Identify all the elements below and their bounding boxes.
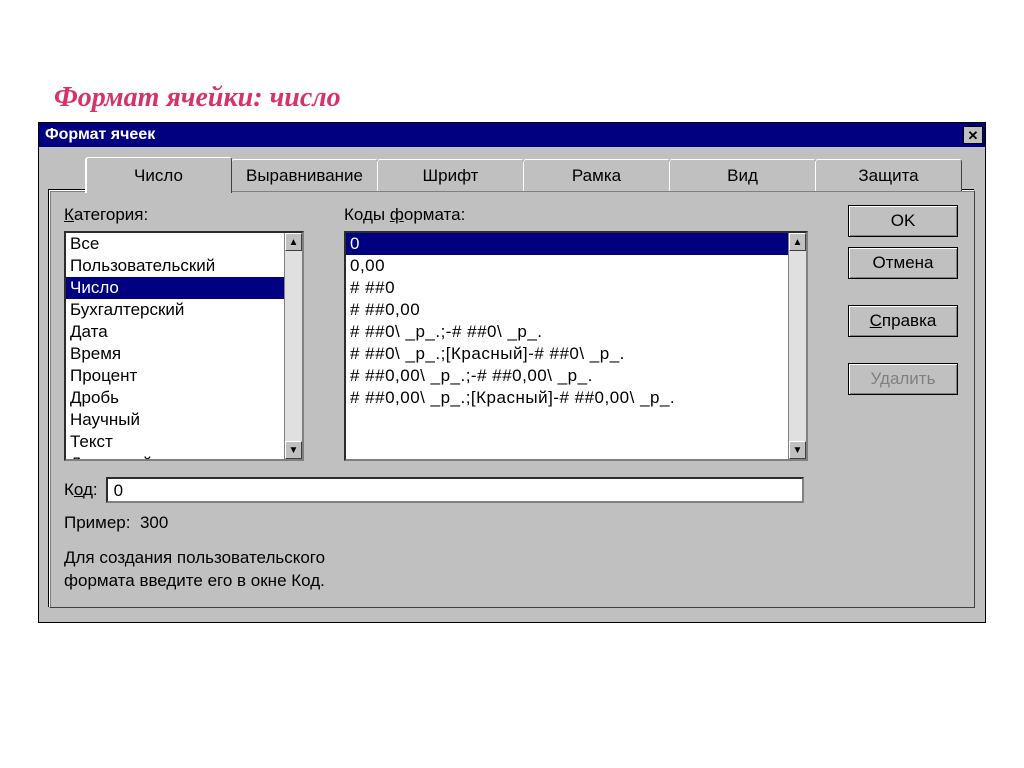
mnemonic: о [74,480,83,499]
scroll-up-icon[interactable]: ▲ [285,233,302,251]
mnemonic: ф [390,205,404,224]
sample-label: Пример: [64,513,131,532]
list-item[interactable]: # ##0,00 [346,299,788,321]
tab-label: Выравнивание [246,166,363,185]
list-item[interactable]: 0 [346,233,788,255]
scrollbar[interactable]: ▲ ▼ [788,233,806,459]
list-item[interactable]: Все [66,233,284,255]
list-item[interactable]: Пользовательский [66,255,284,277]
scroll-up-icon[interactable]: ▲ [789,233,806,251]
list-item[interactable]: # ##0\ _р_.;-# ##0\ _р_. [346,321,788,343]
titlebar[interactable]: Формат ячеек ✕ [39,123,985,147]
help-button[interactable]: Справка [848,305,958,337]
category-items: ВсеПользовательскийЧислоБухгалтерскийДат… [66,233,284,459]
list-item[interactable]: Число [66,277,284,299]
tab-label: Шрифт [423,166,479,185]
cancel-button[interactable]: Отмена [848,247,958,279]
tab-font[interactable]: Шрифт [377,159,524,191]
tab-label: Число [134,166,183,185]
format-cells-dialog: Формат ячеек ✕ Число Выравнивание Шрифт … [38,122,986,623]
scroll-track[interactable] [789,251,806,441]
list-item[interactable]: # ##0\ _р_.;[Красный]-# ##0\ _р_. [346,343,788,365]
list-item[interactable]: Текст [66,431,284,453]
list-item[interactable]: Научный [66,409,284,431]
code-label: Код: [64,480,98,500]
dialog-body: Число Выравнивание Шрифт Рамка Вид Защит… [39,147,985,622]
scrollbar[interactable]: ▲ ▼ [284,233,302,459]
code-input[interactable]: 0 [106,477,804,503]
tab-panel-number: Категория: ВсеПользовательскийЧислоБухга… [49,190,975,608]
codes-items: 00,00# ##0# ##0,00# ##0\ _р_.;-# ##0\ _р… [346,233,788,459]
help-text: Для создания пользовательского формата в… [64,547,960,593]
scroll-down-icon[interactable]: ▼ [789,441,806,459]
list-item[interactable]: Бухгалтерский [66,299,284,321]
tab-strip: Число Выравнивание Шрифт Рамка Вид Защит… [85,157,975,191]
delete-button: Удалить [848,363,958,395]
list-item[interactable]: Дата [66,321,284,343]
list-item[interactable]: # ##0 [346,277,788,299]
list-item[interactable]: Время [66,343,284,365]
tab-protection[interactable]: Защита [815,159,962,191]
category-label: Категория: [64,205,304,225]
list-item[interactable]: 0,00 [346,255,788,277]
window-title: Формат ячеек [45,126,155,144]
list-item[interactable]: Денежный [66,453,284,459]
list-item[interactable]: # ##0,00\ _р_.;[Красный]-# ##0,00\ _р_. [346,387,788,409]
list-item[interactable]: Дробь [66,387,284,409]
sample-value: 300 [140,513,168,532]
scroll-down-icon[interactable]: ▼ [285,441,302,459]
codes-listbox[interactable]: 00,00# ##0# ##0,00# ##0\ _р_.;-# ##0\ _р… [344,231,808,461]
page-heading: Формат ячейки: число [0,0,1024,122]
tab-patterns[interactable]: Вид [669,159,816,191]
tab-label: Рамка [572,166,621,185]
close-button[interactable]: ✕ [963,126,983,144]
codes-label: Коды формата: [344,205,808,225]
category-listbox[interactable]: ВсеПользовательскийЧислоБухгалтерскийДат… [64,231,304,461]
list-item[interactable]: # ##0,00\ _р_.;-# ##0,00\ _р_. [346,365,788,387]
tab-label: Вид [727,166,758,185]
tab-border[interactable]: Рамка [523,159,670,191]
ok-button[interactable]: OK [848,205,958,237]
tab-label: Защита [858,166,918,185]
sample-row: Пример: 300 [64,513,960,533]
mnemonic: С [870,311,882,330]
mnemonic: К [64,205,74,224]
list-item[interactable]: Процент [66,365,284,387]
tab-alignment[interactable]: Выравнивание [231,159,378,191]
tab-number[interactable]: Число [85,157,232,193]
scroll-track[interactable] [285,251,302,441]
close-icon: ✕ [968,129,979,142]
